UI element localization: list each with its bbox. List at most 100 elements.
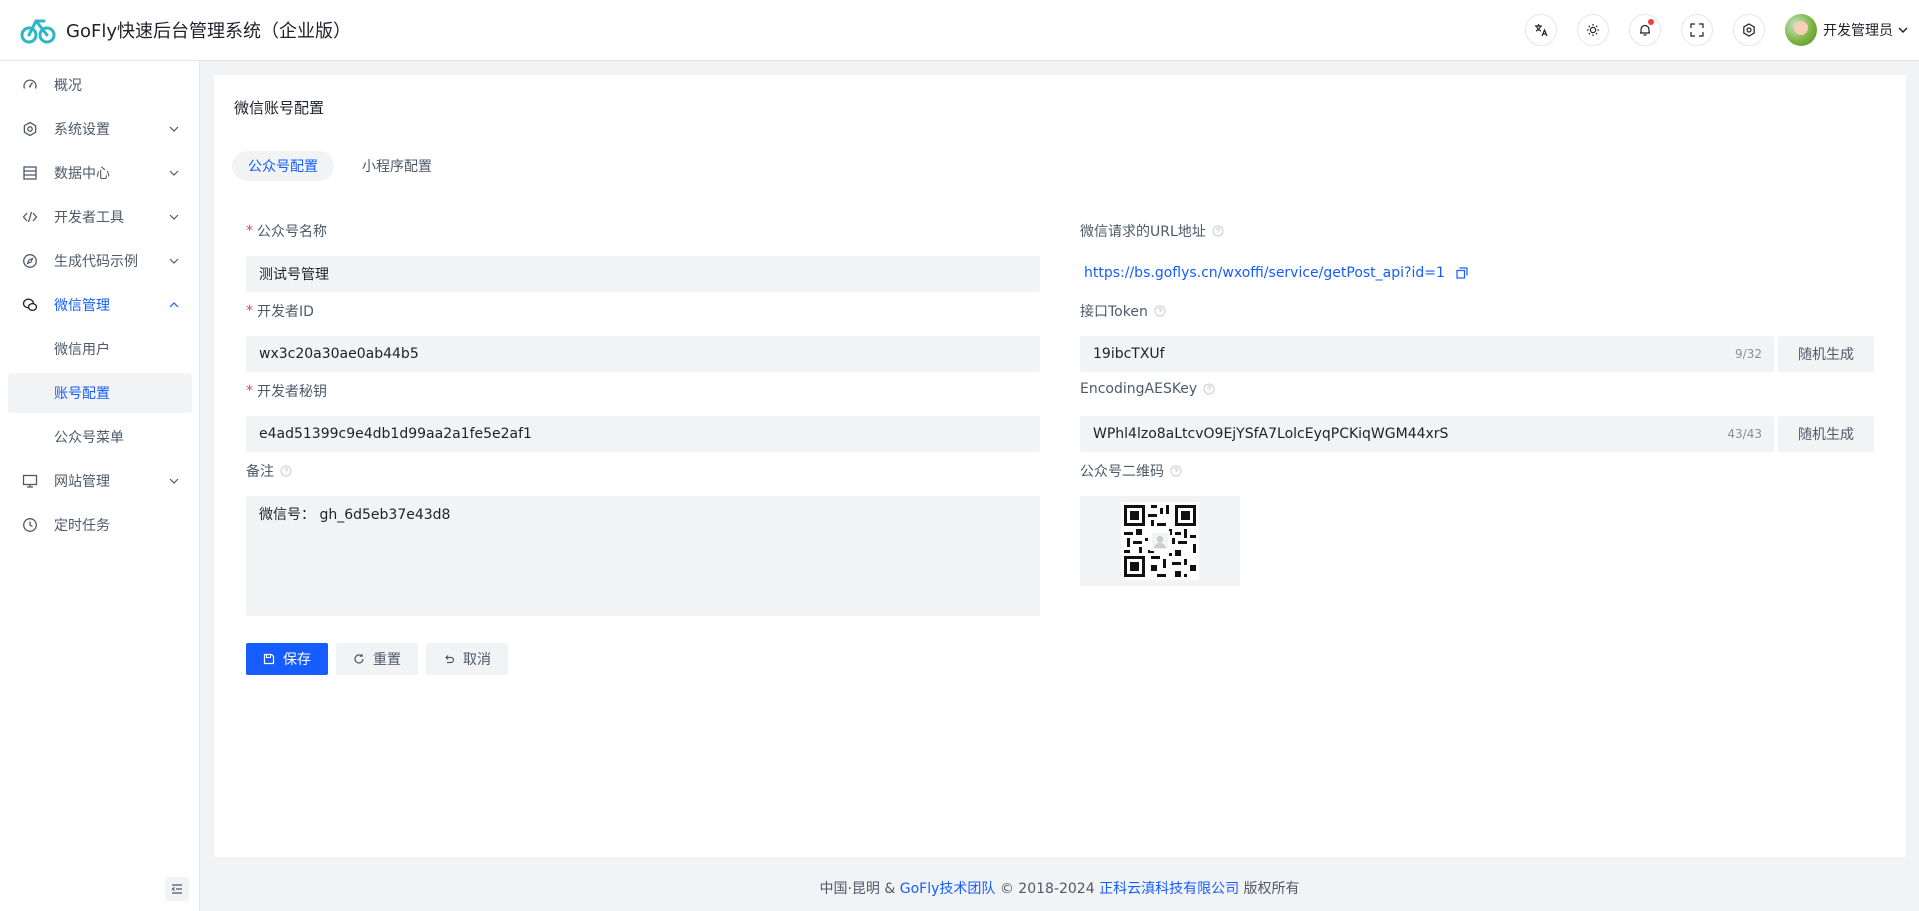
button-label: 重置: [373, 652, 401, 668]
theme-button[interactable]: [1577, 14, 1609, 46]
logo[interactable]: GoFly快速后台管理系统（企业版）: [20, 15, 351, 45]
sidebar-item-official-menu[interactable]: 公众号菜单: [8, 417, 192, 457]
question-circle-icon[interactable]: [1170, 465, 1182, 477]
avatar: [1785, 14, 1817, 46]
label-text: 公众号二维码: [1080, 464, 1164, 480]
sidebar-item-label: 开发者工具: [54, 210, 124, 226]
footer: 中国·昆明 & GoFly技术团队 © 2018-2024 正科云滇科技有限公司…: [200, 878, 1919, 898]
random-token-button[interactable]: 随机生成: [1778, 336, 1874, 372]
sidebar-item-label: 概况: [54, 78, 82, 94]
label-text: 开发者ID: [257, 304, 314, 320]
aes-field-label: EncodingAESKey: [1080, 381, 1215, 397]
char-counter: 43/43: [1727, 427, 1762, 441]
chevron-down-icon: [1898, 27, 1908, 33]
question-circle-icon[interactable]: [1203, 383, 1215, 395]
code-icon: [22, 211, 38, 223]
desktop-icon: [22, 474, 38, 488]
collapse-sidebar-button[interactable]: [165, 877, 189, 901]
sidebar-item-data-center[interactable]: 数据中心: [8, 153, 192, 193]
question-circle-icon[interactable]: [1154, 305, 1166, 317]
sidebar-item-wechat-users[interactable]: 微信用户: [8, 329, 192, 369]
button-label: 取消: [463, 652, 491, 668]
app-title: GoFly快速后台管理系统（企业版）: [66, 21, 351, 42]
save-icon: [263, 653, 275, 665]
sidebar-item-overview[interactable]: 概况: [8, 65, 192, 105]
sidebar-item-label: 系统设置: [54, 122, 110, 138]
sidebar-item-label: 数据中心: [54, 166, 110, 182]
qr-code-upload[interactable]: [1080, 496, 1240, 586]
sidebar-item-account-config[interactable]: 账号配置: [8, 373, 192, 413]
clock-icon: [23, 518, 37, 532]
sidebar-item-label: 生成代码示例: [54, 254, 138, 270]
secret-field-label: * 开发者秘钥: [246, 381, 327, 401]
theme-sun-icon: [1587, 24, 1599, 36]
user-menu[interactable]: 开发管理员: [1785, 14, 1909, 46]
reset-button[interactable]: 重置: [336, 643, 418, 675]
textarea-value: 微信号： gh_6d5eb37e43d8: [259, 507, 451, 523]
question-circle-icon[interactable]: [280, 465, 292, 477]
random-aes-button[interactable]: 随机生成: [1778, 416, 1874, 452]
input-value: 19ibcTXUf: [1093, 346, 1165, 362]
sidebar-item-system-settings[interactable]: 系统设置: [8, 109, 192, 149]
remark-textarea[interactable]: 微信号： gh_6d5eb37e43d8: [246, 496, 1040, 616]
fullscreen-icon: [1690, 23, 1704, 37]
cancel-button[interactable]: 取消: [426, 643, 508, 675]
tab-mini-program[interactable]: 小程序配置: [346, 151, 448, 181]
undo-icon: [445, 655, 455, 664]
account-name-input[interactable]: 测试号管理: [246, 256, 1040, 292]
footer-copyright: © 2018-2024: [999, 881, 1095, 897]
top-header: GoFly快速后台管理系统（企业版） 开发管理员: [0, 0, 1919, 61]
chevron-down-icon: [169, 258, 179, 264]
label-text: 接口Token: [1080, 304, 1148, 320]
label-text: 微信请求的URL地址: [1080, 224, 1206, 240]
footer-suffix: 版权所有: [1243, 881, 1300, 897]
button-label: 保存: [283, 652, 311, 668]
request-url: https://bs.goflys.cn/wxoffi/service/getP…: [1084, 265, 1469, 281]
menu-fold-icon: [171, 884, 182, 894]
notification-button[interactable]: [1629, 14, 1661, 46]
request-url-link[interactable]: https://bs.goflys.cn/wxoffi/service/getP…: [1084, 265, 1445, 281]
sidebar-item-wechat-management[interactable]: 微信管理: [8, 285, 192, 325]
input-value: e4ad51399c9e4db1d99aa2a1fe5e2af1: [259, 426, 532, 442]
page-title: 微信账号配置: [234, 99, 325, 117]
gear-icon: [23, 121, 37, 137]
language-button[interactable]: [1525, 14, 1557, 46]
sidebar-item-code-examples[interactable]: 生成代码示例: [8, 241, 192, 281]
chevron-down-icon: [169, 170, 179, 176]
tab-official-account[interactable]: 公众号配置: [232, 151, 334, 181]
sidebar-item-developer-tools[interactable]: 开发者工具: [8, 197, 192, 237]
token-input[interactable]: 19ibcTXUf 9/32: [1080, 336, 1774, 372]
footer-prefix: 中国·昆明 &: [819, 881, 896, 897]
aes-key-input[interactable]: WPhl4lzo8aLtcvO9EjYSfA7LolcEyqPCKiqWGM44…: [1080, 416, 1774, 452]
database-icon: [23, 166, 37, 180]
input-value: wx3c20a30ae0ab44b5: [259, 346, 419, 362]
label-text: 开发者秘钥: [257, 384, 327, 400]
token-field-label: 接口Token: [1080, 301, 1166, 321]
save-button[interactable]: 保存: [246, 643, 328, 675]
sidebar-item-label: 微信管理: [54, 298, 110, 314]
input-value: 测试号管理: [259, 267, 329, 283]
required-mark: *: [246, 383, 253, 399]
label-text: EncodingAESKey: [1080, 381, 1198, 397]
settings-icon: [1743, 23, 1755, 37]
settings-button[interactable]: [1733, 14, 1765, 46]
footer-team-link[interactable]: GoFly技术团队: [900, 881, 996, 897]
sidebar-item-website-management[interactable]: 网站管理: [8, 461, 192, 501]
app-secret-input[interactable]: e4ad51399c9e4db1d99aa2a1fe5e2af1: [246, 416, 1040, 452]
sidebar: 概况 系统设置 数据中心 开发者工具 生成代码示例 微信管理 微信用户 账号配置…: [0, 61, 200, 911]
sidebar-item-label: 微信用户: [54, 342, 110, 358]
translate-icon: [1535, 24, 1548, 37]
chevron-down-icon: [169, 126, 179, 132]
wechat-icon: [22, 298, 38, 312]
fullscreen-button[interactable]: [1681, 14, 1713, 46]
sidebar-item-label: 公众号菜单: [54, 430, 124, 446]
sidebar-item-label: 账号配置: [54, 386, 110, 402]
user-name: 开发管理员: [1823, 23, 1893, 39]
question-circle-icon[interactable]: [1212, 225, 1224, 237]
compass-icon: [23, 254, 37, 268]
sidebar-item-scheduled-tasks[interactable]: 定时任务: [8, 505, 192, 545]
copy-icon[interactable]: [1455, 266, 1469, 280]
footer-company-link[interactable]: 正科云滇科技有限公司: [1099, 881, 1239, 897]
appid-input[interactable]: wx3c20a30ae0ab44b5: [246, 336, 1040, 372]
bicycle-logo-icon: [20, 19, 56, 44]
